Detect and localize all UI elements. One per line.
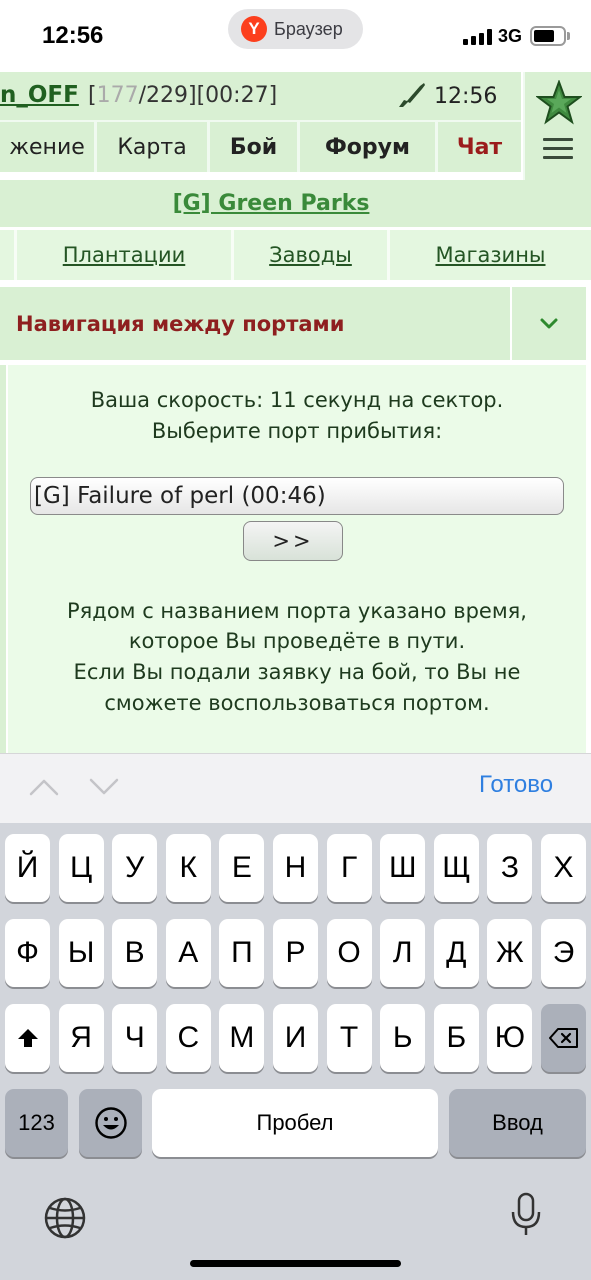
battery-cap <box>567 32 570 40</box>
location-link[interactable]: [G] Green Parks <box>173 191 370 216</box>
nav-item-forum[interactable]: Форум <box>300 122 438 172</box>
key-Н[interactable]: Н <box>273 834 318 902</box>
sub-nav: Плантации Заводы Магазины <box>0 230 591 280</box>
note-line-4: сможете воспользоваться портом. <box>104 691 490 715</box>
nav-item-chat[interactable]: Чат <box>438 122 521 172</box>
key-Ш[interactable]: Ш <box>380 834 426 902</box>
key-Ц[interactable]: Ц <box>58 834 104 902</box>
key-А[interactable]: А <box>165 919 211 987</box>
key-Р[interactable]: Р <box>273 919 318 987</box>
key-Й[interactable]: Й <box>5 834 50 902</box>
location-row: [G] Green Parks <box>0 180 591 227</box>
network-type: 3G <box>498 26 523 46</box>
emoji-key[interactable] <box>79 1089 142 1157</box>
star-icon[interactable] <box>536 80 582 126</box>
key-Л[interactable]: Л <box>380 919 426 987</box>
chevron-down-icon[interactable] <box>88 776 120 798</box>
note-line-3: Если Вы подали заявку на бой, то Вы не <box>73 660 521 684</box>
subnav-spacer <box>0 230 17 280</box>
shift-icon <box>17 1029 38 1047</box>
username-link[interactable]: n_OFF <box>0 82 79 108</box>
key-К[interactable]: К <box>165 834 211 902</box>
note-line-1: Рядом с названием порта указано время, <box>67 599 527 623</box>
numbers-key[interactable]: 123 <box>5 1089 68 1157</box>
key-Х[interactable]: Х <box>541 834 586 902</box>
nav-item-battle[interactable]: Бой <box>210 122 300 172</box>
key-Щ[interactable]: Щ <box>433 834 479 902</box>
rifle-icon <box>399 83 425 107</box>
key-Т[interactable]: Т <box>326 1004 372 1072</box>
key-Ы[interactable]: Ы <box>58 919 104 987</box>
key-Я[interactable]: Я <box>58 1004 104 1072</box>
space-key[interactable]: Пробел <box>152 1089 438 1157</box>
key-С[interactable]: С <box>165 1004 211 1072</box>
key-Б[interactable]: Б <box>433 1004 479 1072</box>
key-Г[interactable]: Г <box>326 834 372 902</box>
side-menu-box <box>523 72 591 180</box>
subnav-item-factories[interactable]: Заводы <box>234 230 390 280</box>
browser-name: Браузер <box>274 18 343 39</box>
browser-pill[interactable]: Y Браузер <box>228 9 363 49</box>
yandex-logo: Y <box>241 16 267 42</box>
panel-collapse-button[interactable] <box>512 287 586 360</box>
port-select[interactable]: [G] Failure of perl (00:46) <box>30 477 564 515</box>
key-Д[interactable]: Д <box>433 919 479 987</box>
key-В[interactable]: В <box>112 919 158 987</box>
status-bar: 12:56 Y Браузер 3G <box>0 0 591 72</box>
stats-rest: /229][00:27] <box>138 83 278 108</box>
emoji-icon <box>94 1107 127 1139</box>
key-П[interactable]: П <box>219 919 265 987</box>
key-Ч[interactable]: Ч <box>112 1004 158 1072</box>
nav-item-movement[interactable]: жение <box>0 122 97 172</box>
panel-header: Навигация между портами <box>0 287 510 360</box>
note-line-2: которое Вы проведёте в пути. <box>128 629 466 653</box>
chevron-down-icon <box>540 318 558 328</box>
chevron-up-icon[interactable] <box>28 776 60 798</box>
key-Э[interactable]: Э <box>541 919 586 987</box>
key-У[interactable]: У <box>112 834 158 902</box>
status-clock: 12:56 <box>42 22 104 49</box>
backspace-icon <box>548 1028 578 1048</box>
shift-key[interactable] <box>5 1004 50 1072</box>
go-button[interactable]: >> <box>243 521 343 561</box>
key-Е[interactable]: Е <box>219 834 265 902</box>
home-indicator <box>190 1260 401 1267</box>
key-Ф[interactable]: Ф <box>5 919 50 987</box>
panel-title: Навигация между портами <box>16 311 345 336</box>
key-О[interactable]: О <box>326 919 372 987</box>
done-button[interactable]: Готово <box>479 771 553 799</box>
key-Ь[interactable]: Ь <box>380 1004 426 1072</box>
nav-item-map[interactable]: Карта <box>97 122 210 172</box>
key-И[interactable]: И <box>273 1004 318 1072</box>
battery-level <box>534 30 554 42</box>
key-М[interactable]: М <box>219 1004 265 1072</box>
signal-icon <box>463 29 493 45</box>
key-Ж[interactable]: Ж <box>487 919 533 987</box>
speed-text: Ваша скорость: 11 секунд на сектор. <box>90 388 504 412</box>
stats-open: [ <box>88 83 97 108</box>
subnav-item-plantations[interactable]: Плантации <box>17 230 234 280</box>
battery-icon <box>530 26 566 46</box>
menu-icon[interactable] <box>543 138 573 165</box>
subnav-item-shops[interactable]: Магазины <box>390 230 591 280</box>
enter-key[interactable]: Ввод <box>449 1089 586 1157</box>
panel-stripe <box>0 365 6 753</box>
player-stats: [177/229][00:27] <box>88 83 277 108</box>
microphone-icon[interactable] <box>510 1192 542 1238</box>
key-З[interactable]: З <box>487 834 533 902</box>
stats-current: 177 <box>96 83 139 108</box>
game-time: 12:56 <box>434 84 498 109</box>
key-Ю[interactable]: Ю <box>487 1004 533 1072</box>
main-nav: жение Карта Бой Форум Чат <box>0 122 521 172</box>
delete-key[interactable] <box>541 1004 586 1072</box>
globe-icon[interactable] <box>43 1196 87 1240</box>
choose-port-label: Выберите порт прибытия: <box>151 419 443 443</box>
